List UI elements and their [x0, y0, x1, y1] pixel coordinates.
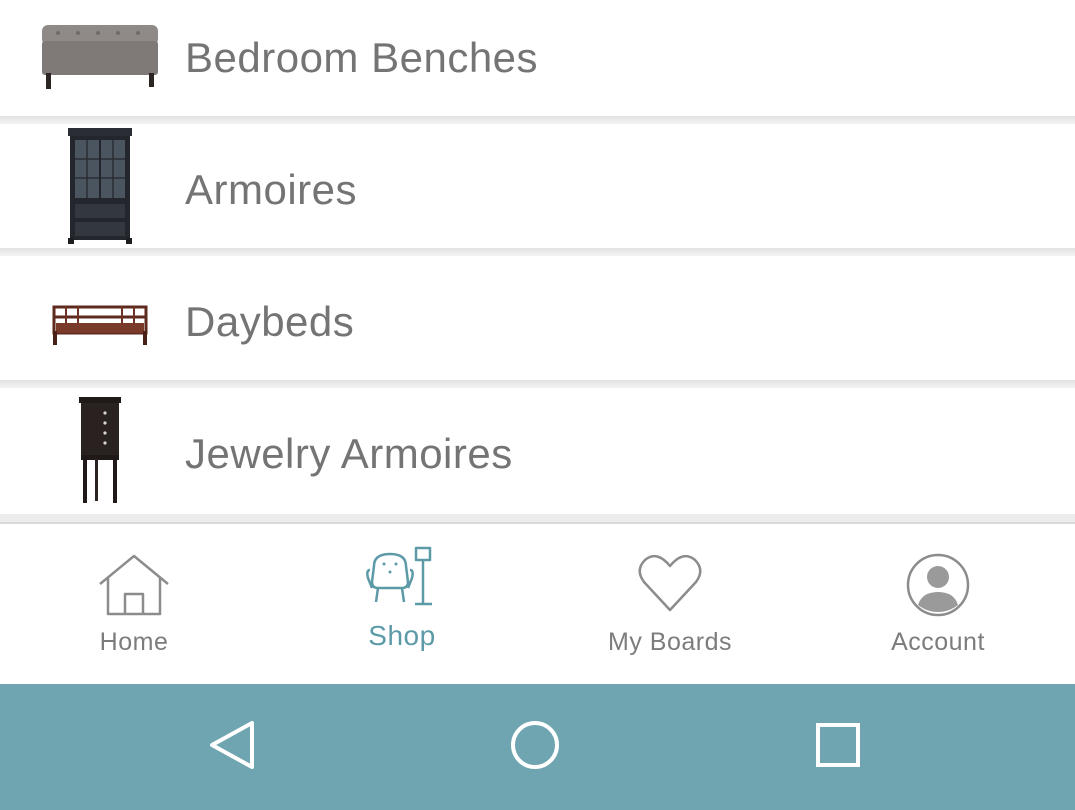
category-label: Bedroom Benches — [185, 34, 539, 81]
armoire-thumbnail — [38, 124, 162, 248]
divider — [0, 116, 1075, 124]
jewelry-armoire-thumbnail — [38, 394, 162, 506]
system-nav-bar — [0, 684, 1075, 810]
recents-icon — [815, 722, 861, 773]
tab-label: Home — [99, 628, 169, 656]
tab-my-boards[interactable]: My Boards — [536, 524, 804, 686]
heart-icon — [637, 552, 703, 619]
home-button[interactable] — [435, 684, 635, 810]
home-icon — [97, 552, 171, 623]
bottom-tab-bar: Home Shop My Boards Account — [0, 522, 1075, 686]
account-icon — [905, 552, 971, 623]
recents-button[interactable] — [738, 684, 938, 810]
tab-home[interactable]: Home — [0, 524, 268, 686]
category-row-armoires[interactable]: Armoires — [0, 124, 1075, 248]
back-icon — [208, 719, 256, 776]
tab-label: My Boards — [608, 628, 732, 656]
divider — [0, 248, 1075, 256]
tab-account[interactable]: Account — [804, 524, 1072, 686]
daybed-thumbnail — [38, 286, 162, 356]
shop-icon — [366, 546, 438, 615]
tab-label: Account — [891, 628, 985, 656]
divider — [0, 380, 1075, 388]
back-button[interactable] — [132, 684, 332, 810]
category-label: Jewelry Armoires — [185, 430, 513, 477]
category-row-bedroom-benches[interactable]: Bedroom Benches — [0, 0, 1075, 116]
category-row-jewelry-armoires[interactable]: Jewelry Armoires — [0, 388, 1075, 514]
tab-shop[interactable]: Shop — [268, 524, 536, 686]
bench-thumbnail — [38, 16, 162, 96]
category-row-daybeds[interactable]: Daybeds — [0, 256, 1075, 380]
category-label: Daybeds — [185, 298, 355, 345]
category-label: Armoires — [185, 166, 358, 213]
category-list: Bedroom Benches Armoires Daybeds Jewelry… — [0, 0, 1075, 522]
home-circle-icon — [509, 719, 561, 776]
tab-label: Shop — [368, 620, 436, 651]
